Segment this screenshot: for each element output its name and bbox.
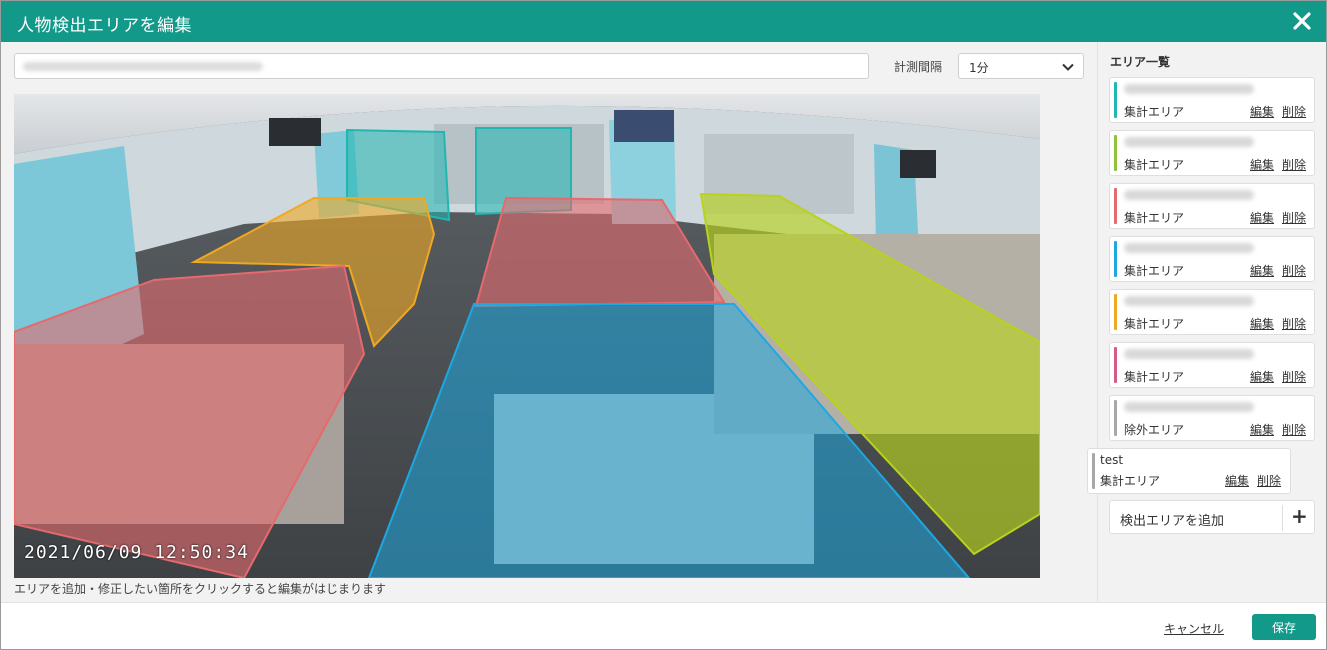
area-color-stripe — [1114, 188, 1117, 224]
interval-value: 1分 — [969, 61, 989, 75]
camera-image — [14, 94, 1040, 578]
edit-link[interactable]: 編集 — [1250, 421, 1274, 438]
close-button[interactable] — [1290, 9, 1314, 33]
area-color-stripe — [1114, 294, 1117, 330]
dialog-footer: キャンセル 保存 — [1, 602, 1326, 649]
edit-link[interactable]: 編集 — [1250, 368, 1274, 385]
delete-link[interactable]: 削除 — [1282, 315, 1306, 332]
area-card[interactable]: 集計エリア 編集 削除 — [1109, 289, 1315, 335]
wall-monitor-left — [269, 118, 321, 146]
area-type: 集計エリア — [1124, 264, 1185, 278]
redacted-area-name — [1124, 402, 1254, 412]
redacted-area-name — [1124, 190, 1254, 200]
edit-detection-area-dialog: 人物検出エリアを編集 計測間隔 1分 2021/06/09 12:50:34 エ… — [0, 0, 1327, 650]
area-type: 集計エリア — [1124, 105, 1185, 119]
edit-link[interactable]: 編集 — [1250, 262, 1274, 279]
divider — [1282, 505, 1283, 531]
interval-label: 計測間隔 — [894, 60, 943, 74]
area-color-stripe — [1114, 400, 1117, 436]
area-type: 集計エリア — [1124, 370, 1185, 384]
edit-link[interactable]: 編集 — [1250, 103, 1274, 120]
redacted-area-name — [1124, 137, 1254, 147]
interval-select[interactable]: 1分 — [958, 53, 1084, 79]
chevron-down-icon — [1062, 63, 1074, 71]
save-button[interactable]: 保存 — [1252, 614, 1316, 640]
delete-link[interactable]: 削除 — [1282, 421, 1306, 438]
area-type: 集計エリア — [1124, 158, 1185, 172]
help-text: エリアを追加・修正したい箇所をクリックすると編集がはじまります — [14, 582, 387, 596]
dialog-title: 人物検出エリアを編集 — [17, 16, 192, 36]
edit-link[interactable]: 編集 — [1250, 209, 1274, 226]
area-card[interactable]: 集計エリア 編集 削除 — [1109, 342, 1315, 388]
area-type: 集計エリア — [1124, 317, 1185, 331]
plus-icon: + — [1291, 504, 1308, 528]
area-color-stripe — [1092, 453, 1095, 489]
cancel-button[interactable]: キャンセル — [1164, 620, 1224, 637]
delete-link[interactable]: 削除 — [1257, 472, 1281, 489]
area-list-panel: エリア一覧 集計エリア 編集 削除 集計エリア 編集 削除 集計エリア 編集 削… — [1087, 42, 1326, 602]
delete-link[interactable]: 削除 — [1282, 209, 1306, 226]
dialog-header: 人物検出エリアを編集 — [1, 1, 1326, 42]
redacted-area-name — [1124, 349, 1254, 359]
camera-view[interactable]: 2021/06/09 12:50:34 — [14, 94, 1040, 578]
area-card[interactable]: 除外エリア 編集 削除 — [1109, 395, 1315, 441]
close-icon — [1293, 12, 1311, 30]
wall-monitor-center — [614, 110, 674, 142]
area-card[interactable]: 集計エリア 編集 削除 — [1109, 183, 1315, 229]
area-type: 除外エリア — [1124, 423, 1185, 437]
area-name: test — [1100, 453, 1124, 467]
delete-link[interactable]: 削除 — [1282, 368, 1306, 385]
redacted-area-name — [1124, 84, 1254, 94]
camera-timestamp: 2021/06/09 12:50:34 — [24, 542, 249, 563]
delete-link[interactable]: 削除 — [1282, 262, 1306, 279]
editor-panel: 計測間隔 1分 2021/06/09 12:50:34 エリアを追加・修正したい… — [1, 42, 1097, 602]
area-color-stripe — [1114, 135, 1117, 171]
area-type: 集計エリア — [1100, 474, 1161, 488]
edit-link[interactable]: 編集 — [1225, 472, 1249, 489]
area-color-stripe — [1114, 82, 1117, 118]
area-color-stripe — [1114, 347, 1117, 383]
redacted-area-name — [1124, 296, 1254, 306]
area-name-input[interactable] — [14, 53, 869, 79]
area-color-stripe — [1114, 241, 1117, 277]
add-detection-area-button[interactable]: 検出エリアを追加 + — [1109, 500, 1315, 534]
area-card-test[interactable]: test 集計エリア 編集 削除 — [1087, 448, 1291, 494]
area-card[interactable]: 集計エリア 編集 削除 — [1109, 130, 1315, 176]
area-card[interactable]: 集計エリア 編集 削除 — [1109, 236, 1315, 282]
area-type: 集計エリア — [1124, 211, 1185, 225]
delete-link[interactable]: 削除 — [1282, 156, 1306, 173]
delete-link[interactable]: 削除 — [1282, 103, 1306, 120]
redacted-text — [23, 62, 263, 71]
add-detection-area-label: 検出エリアを追加 — [1120, 514, 1225, 529]
redacted-area-name — [1124, 243, 1254, 253]
area-list-title: エリア一覧 — [1110, 55, 1171, 69]
wall-monitor-right — [900, 150, 936, 178]
edit-link[interactable]: 編集 — [1250, 156, 1274, 173]
edit-link[interactable]: 編集 — [1250, 315, 1274, 332]
area-card[interactable]: 集計エリア 編集 削除 — [1109, 77, 1315, 123]
